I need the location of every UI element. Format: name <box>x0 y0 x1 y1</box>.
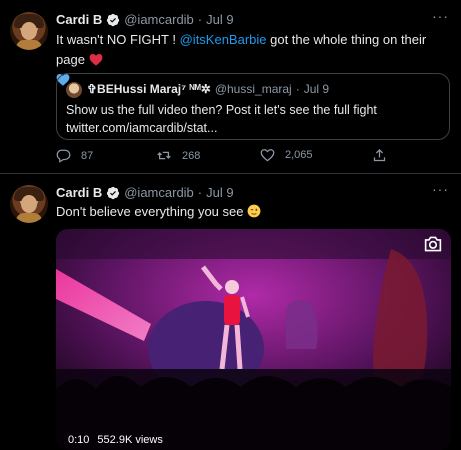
quote-text-line: Show us the full video then? Post it let… <box>66 103 377 117</box>
wink-emoji <box>247 204 261 218</box>
retweet-icon <box>157 151 171 160</box>
tweet-date[interactable]: Jul 9 <box>206 12 233 27</box>
quote-date: Jul 9 <box>303 82 330 96</box>
video-metadata: 0:10 552.9K views <box>68 434 171 446</box>
more-icon[interactable]: ··· <box>432 181 449 197</box>
quoted-tweet[interactable]: ✞BEHussi Maraj⁷ ᴺᴹ✲ @hussi_maraj · Jul 9… <box>56 73 450 140</box>
tweet-text-body: Don't believe everything you see <box>56 204 244 219</box>
reply-button[interactable]: 87 <box>56 148 93 163</box>
share-button[interactable] <box>372 148 397 163</box>
verified-badge-icon <box>107 186 120 199</box>
mention-link[interactable]: @itsKenBarbie <box>180 32 267 47</box>
tweet-actions: 87 268 2,065 <box>56 148 396 166</box>
reply-count: 87 <box>81 149 94 162</box>
quote-author-handle: @hussi_maraj <box>214 82 292 96</box>
retweet-button[interactable]: 268 <box>156 148 200 163</box>
quote-link: twitter.com/iamcardib/stat... <box>66 121 218 135</box>
like-count: 2,065 <box>285 149 313 161</box>
author-handle[interactable]: @iamcardib <box>124 12 194 27</box>
quote-author-name: ✞BEHussi Maraj⁷ ᴺᴹ✲ <box>87 82 211 96</box>
retweet-count: 268 <box>182 149 201 162</box>
like-icon <box>260 149 275 162</box>
quote-header: ✞BEHussi Maraj⁷ ᴺᴹ✲ @hussi_maraj · Jul 9 <box>87 82 329 96</box>
quote-author-avatar <box>66 82 82 98</box>
author-avatar[interactable] <box>10 12 48 50</box>
video-timestamp: 0:10 <box>68 434 90 446</box>
author-avatar[interactable] <box>10 185 48 223</box>
quote-text: Show us the full video then? Post it let… <box>66 101 444 137</box>
share-icon <box>373 148 386 162</box>
tweet-text: Don't believe everything you see <box>56 202 451 222</box>
video-views: 552.9K views <box>97 434 163 446</box>
tweet-header: Cardi B @iamcardib · Jul 9 <box>56 185 234 200</box>
tweet-2[interactable]: Cardi B @iamcardib · Jul 9 ··· Don't bel… <box>0 175 461 450</box>
tweet-text-start: It wasn't NO FIGHT ! <box>56 32 180 47</box>
tweet-header: Cardi B @iamcardib · Jul 9 <box>56 12 234 27</box>
more-icon[interactable]: ··· <box>432 8 449 24</box>
quote-separator: · <box>295 82 300 96</box>
video-player[interactable]: 0:10 552.9K views <box>56 229 451 450</box>
tweet-1[interactable]: Cardi B @iamcardib · Jul 9 ··· It wasn't… <box>0 0 461 174</box>
separator: · <box>197 185 203 200</box>
reply-icon <box>56 149 71 163</box>
tweet-date[interactable]: Jul 9 <box>206 185 233 200</box>
like-button[interactable]: 2,065 <box>260 148 313 162</box>
author-name[interactable]: Cardi B <box>56 12 102 27</box>
verified-badge-icon <box>107 13 120 26</box>
author-name[interactable]: Cardi B <box>56 185 102 200</box>
heart-emoji-red <box>89 53 102 66</box>
separator: · <box>197 12 203 27</box>
video-frame <box>56 229 451 450</box>
author-handle[interactable]: @iamcardib <box>124 185 194 200</box>
camera-icon[interactable] <box>423 235 443 256</box>
